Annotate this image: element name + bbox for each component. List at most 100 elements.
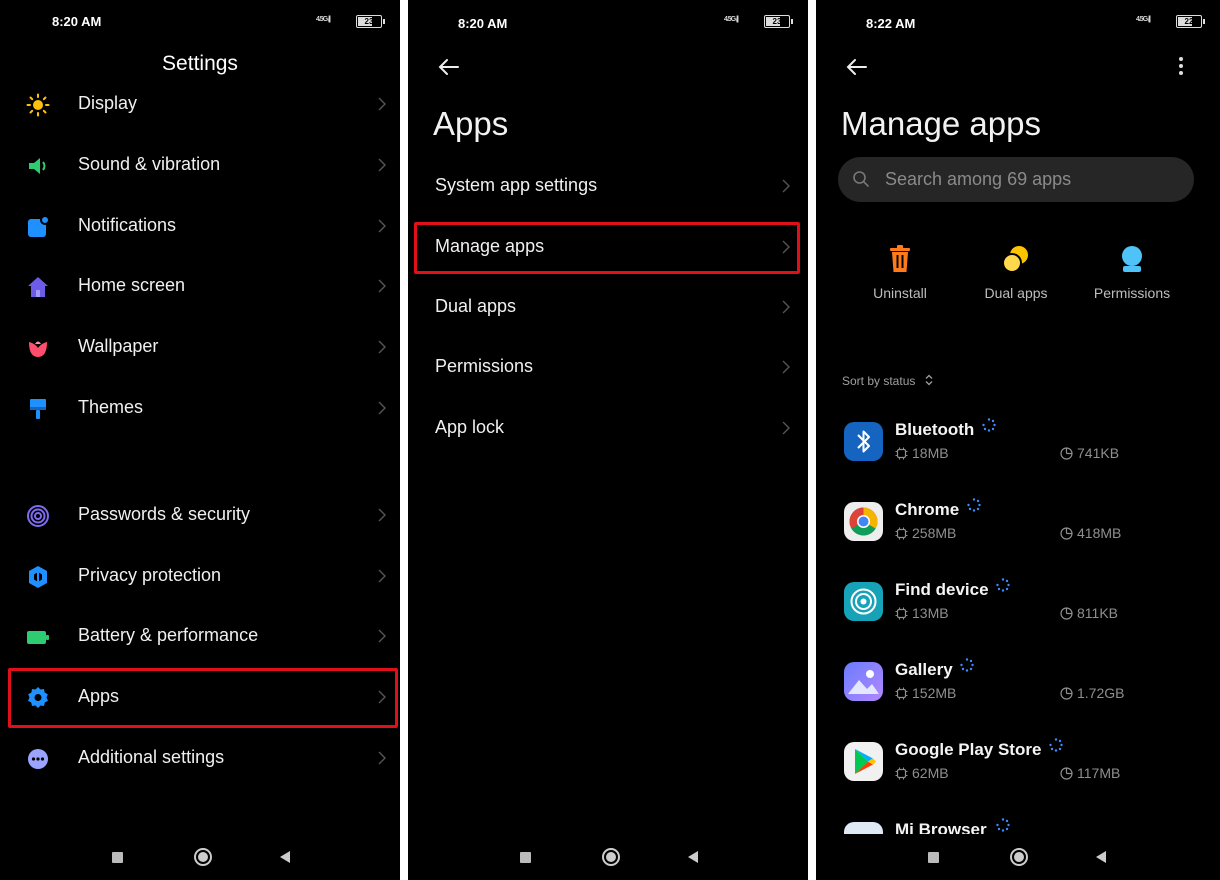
back-nav-button[interactable] [1096,851,1106,863]
chevron-right-icon [782,421,790,435]
navigation-bar [0,846,400,870]
mi-browser-icon [844,822,883,834]
chip-icon [895,447,908,460]
chip-icon [895,687,908,700]
bluetooth-icon [844,422,883,461]
play-store-icon [844,742,883,781]
settings-item-battery-performance[interactable]: Battery & performance [0,609,400,665]
settings-item-home-screen[interactable]: Home screen [0,259,400,315]
sun-icon [26,93,50,117]
settings-item-additional-settings[interactable]: Additional settings [0,731,400,787]
recents-button[interactable] [928,852,939,863]
dual-apps-button[interactable]: Dual apps [961,244,1071,301]
app-row-gallery[interactable]: Gallery 152MB 1.72GB [816,658,1220,742]
status-bar: 8:20 AM 4.5G ᵢ|| 23 [0,12,400,32]
app-data: 1.72GB [1060,685,1124,701]
chevron-right-icon [378,219,386,233]
loading-spinner-icon [967,498,981,512]
gallery-icon [844,662,883,701]
home-button[interactable] [1010,848,1028,866]
apps-item-app-lock[interactable]: App lock [408,401,808,457]
settings-item-privacy-protection[interactable]: Privacy protection [0,549,400,605]
app-row-google-play-store[interactable]: Google Play Store 62MB 117MB [816,738,1220,822]
settings-item-label: Passwords & security [78,504,251,524]
chevron-right-icon [378,569,386,583]
recents-button[interactable] [112,852,123,863]
app-row-find-device[interactable]: Find device 13MB 811KB [816,578,1220,662]
app-storage: 152MB [895,685,956,701]
back-nav-button[interactable] [280,851,290,863]
apps-item-system-app-settings[interactable]: System app settings [408,159,808,215]
sort-dropdown[interactable]: Sort by status [842,374,934,388]
settings-item-label: Themes [78,397,144,417]
status-bar: 8:20 AM 4.5G ᵢ|| 23 [408,12,808,32]
list-clip: Mi Browser [816,816,1220,834]
loading-spinner-icon [996,578,1010,592]
recents-button[interactable] [520,852,531,863]
battery-level: 23 [364,17,374,26]
app-row-bluetooth[interactable]: Bluetooth 18MB 741KB [816,418,1220,502]
back-nav-button[interactable] [688,851,698,863]
privacy-icon [29,566,47,588]
chevron-right-icon [782,300,790,314]
app-size-value: 13MB [912,605,949,621]
app-data-value: 117MB [1077,765,1121,781]
notification-icon [28,215,50,237]
search-bar[interactable]: Search among 69 apps [838,157,1194,202]
settings-item-sound[interactable]: Sound & vibration [0,138,400,194]
chevron-right-icon [782,179,790,193]
settings-item-label: Home screen [78,275,186,295]
app-size-value: 258MB [912,525,957,541]
home-button[interactable] [602,848,620,866]
back-arrow-icon[interactable] [844,54,870,80]
flower-icon [29,341,47,357]
app-size-value: 152MB [912,685,957,701]
pie-chart-icon [1060,687,1073,700]
settings-item-notifications[interactable]: Notifications [0,199,400,255]
settings-item-label: Sound & vibration [78,154,221,174]
back-arrow-icon[interactable] [436,54,462,80]
manage-apps-screen: 8:22 AM 4.5G ᵢ|| 22 Manage apps Search a… [816,0,1220,880]
battery-level: 23 [772,17,782,26]
chip-icon [895,527,908,540]
loading-spinner-icon [1049,738,1063,752]
more-vertical-icon[interactable] [1178,56,1184,76]
app-row-mi-browser[interactable]: Mi Browser [816,818,1220,834]
app-size-value: 62MB [912,765,949,781]
app-name: Gallery [895,660,953,679]
apps-item-permissions[interactable]: Permissions [408,340,808,396]
battery-icon [27,631,49,644]
settings-item-passwords-security[interactable]: Passwords & security [0,488,400,544]
action-label: Dual apps [984,285,1048,301]
status-bar: 8:22 AM 4.5G ᵢ|| 22 [816,12,1220,32]
chevron-right-icon [378,158,386,172]
apps-item-dual-apps[interactable]: Dual apps [408,280,808,336]
app-name: Bluetooth [895,420,975,439]
app-data-value: 418MB [1077,525,1122,541]
permissions-button[interactable]: Permissions [1077,244,1187,301]
app-data-value: 1.72GB [1077,685,1125,701]
chevron-right-icon [782,360,790,374]
app-storage: 13MB [895,605,949,621]
page-title: Manage apps [841,105,1041,142]
status-time: 8:20 AM [52,14,102,29]
more-dots-icon [28,749,48,769]
settings-item-themes[interactable]: Themes [0,381,400,437]
settings-item-wallpaper[interactable]: Wallpaper [0,320,400,376]
screenshot-collage: 8:20 AM 4.5G ᵢ|| 23 Settings Display Sou… [0,0,1220,880]
settings-item-label: Notifications [78,215,177,235]
home-button[interactable] [194,848,212,866]
chrome-icon [844,502,883,541]
dual-apps-icon [1002,246,1028,273]
app-row-chrome[interactable]: Chrome 258MB 418MB [816,498,1220,582]
fingerprint-icon [27,505,49,527]
uninstall-button[interactable]: Uninstall [845,244,955,301]
app-name: Find device [895,580,989,599]
app-storage: 18MB [895,445,949,461]
signal-icon: 4.5G ᵢ|| [1135,16,1151,23]
trash-icon [890,245,910,272]
settings-item-display[interactable]: Display [0,77,400,133]
brush-icon [30,399,46,419]
app-data: 418MB [1060,525,1121,541]
loading-spinner-icon [982,418,996,432]
